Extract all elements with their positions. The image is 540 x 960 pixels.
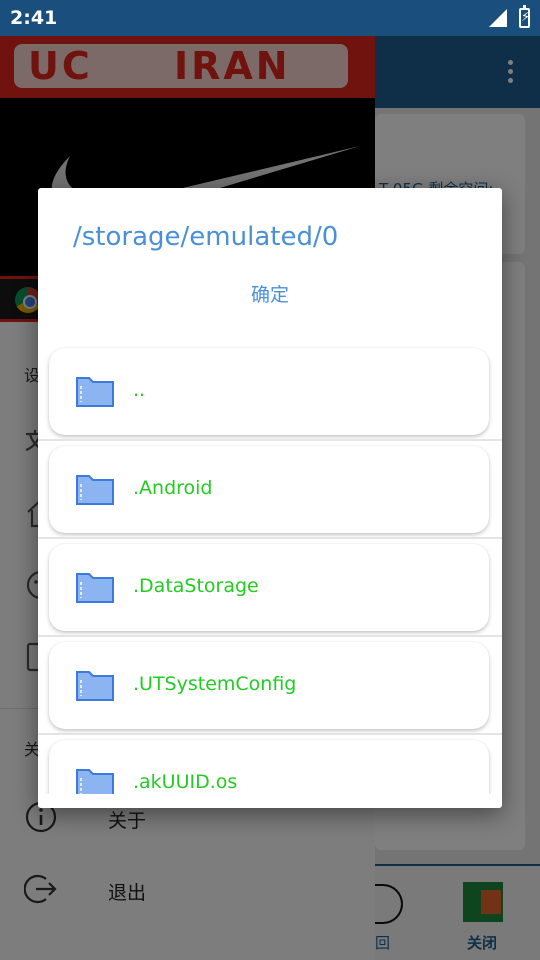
- folder-icon: [76, 377, 114, 407]
- file-name: .UTSystemConfig: [133, 673, 297, 695]
- list-divider: [38, 635, 502, 637]
- file-name: ..: [133, 379, 146, 401]
- list-item[interactable]: .DataStorage: [49, 544, 489, 631]
- folder-icon: [76, 573, 114, 603]
- list-divider: [38, 439, 502, 441]
- list-divider: [38, 733, 502, 735]
- status-bar: 2:41 ⚡: [0, 0, 540, 36]
- status-time: 2:41: [10, 7, 58, 29]
- list-item[interactable]: .Android: [49, 446, 489, 533]
- file-name: .DataStorage: [133, 575, 259, 597]
- list-item[interactable]: .UTSystemConfig: [49, 642, 489, 729]
- confirm-button[interactable]: 确定: [38, 280, 502, 307]
- folder-icon: [76, 671, 114, 701]
- folder-icon: [76, 769, 114, 794]
- directory-picker-dialog: /storage/emulated/0 确定 .. .Android .Data…: [38, 188, 502, 808]
- list-item[interactable]: ..: [49, 348, 489, 435]
- list-item[interactable]: .akUUID.os: [49, 740, 489, 794]
- file-name: .akUUID.os: [133, 771, 238, 793]
- battery-icon: ⚡: [519, 5, 530, 28]
- file-name: .Android: [133, 477, 213, 499]
- signal-icon: [489, 9, 507, 27]
- file-list[interactable]: .. .Android .DataStorage .UTSystemConfig…: [38, 342, 502, 794]
- dialog-title: /storage/emulated/0: [73, 222, 339, 252]
- folder-icon: [76, 475, 114, 505]
- list-divider: [38, 537, 502, 539]
